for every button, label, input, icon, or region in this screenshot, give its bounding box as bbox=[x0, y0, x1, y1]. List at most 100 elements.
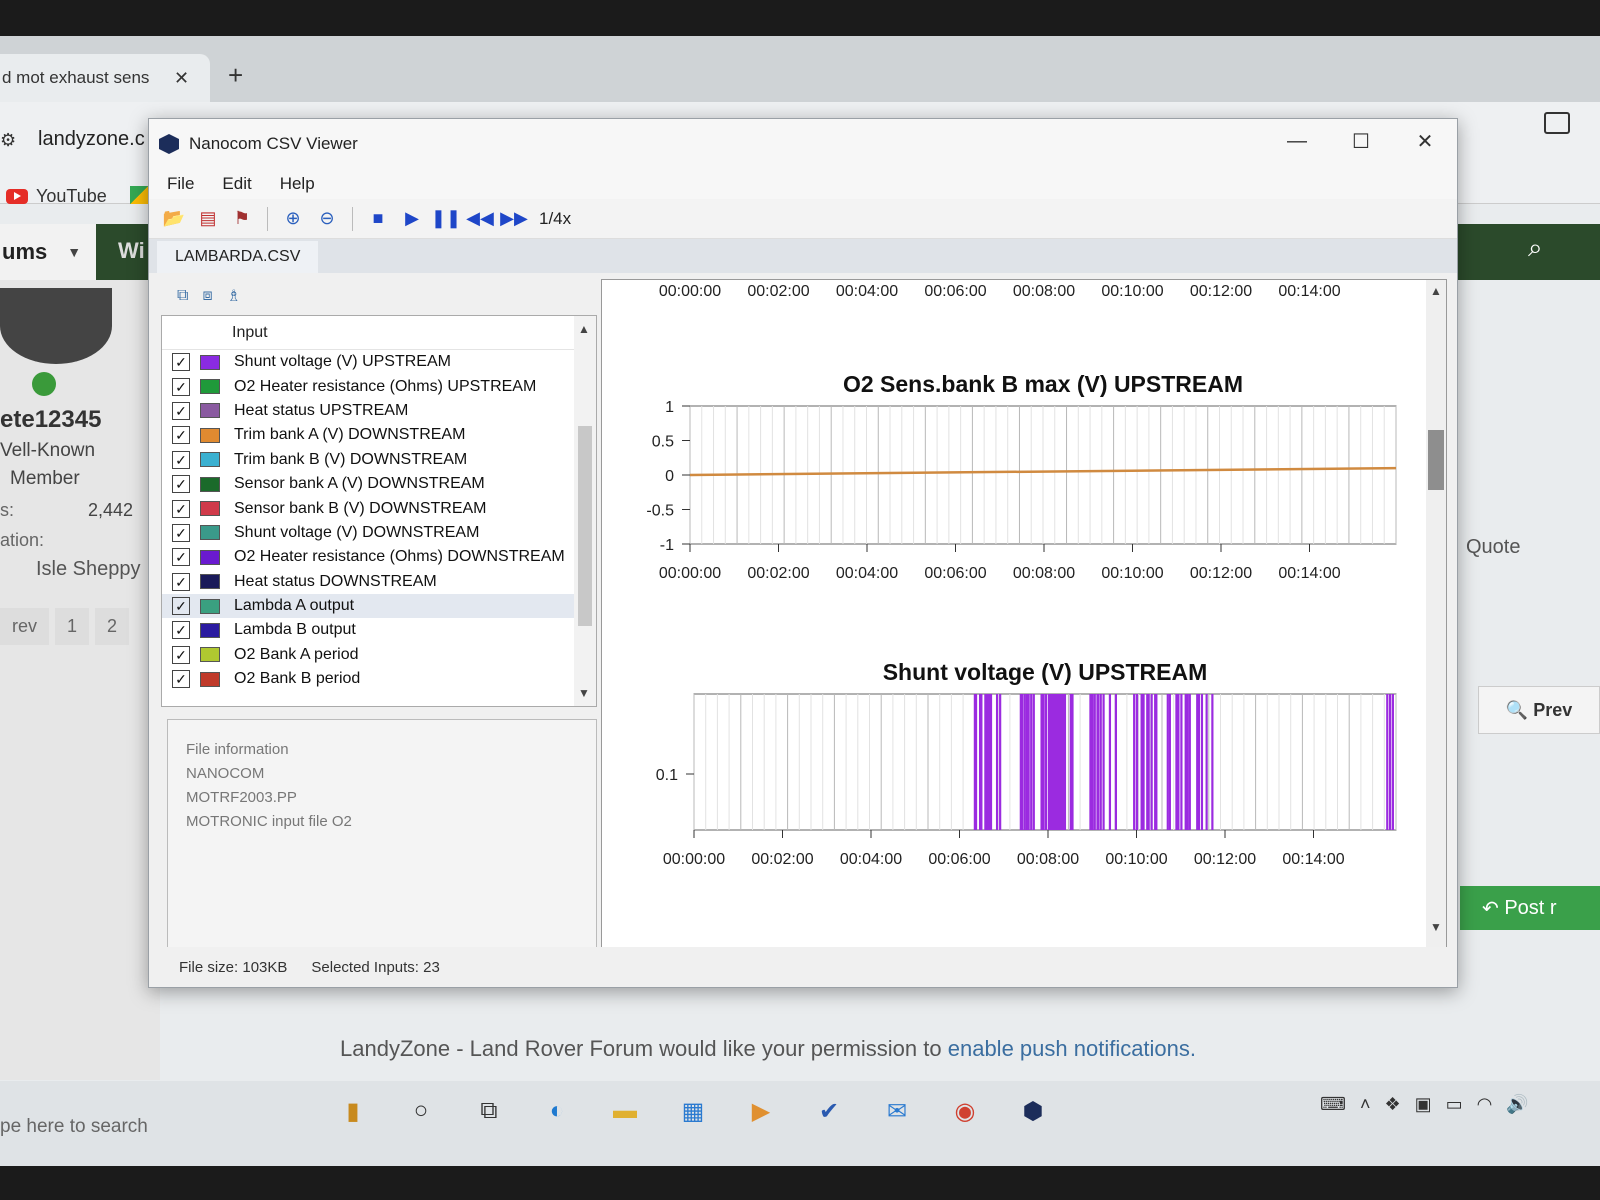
input-row[interactable]: ✓ Sensor bank A (V) DOWNSTREAM bbox=[162, 472, 596, 496]
chart-scrollbar[interactable]: ▲ ▼ bbox=[1426, 280, 1446, 948]
input-color-swatch[interactable] bbox=[200, 574, 220, 590]
search-icon[interactable]: ⌕ bbox=[1528, 232, 1543, 264]
zoom-out-icon[interactable]: ⊖ bbox=[314, 206, 340, 232]
input-row[interactable]: ✓ Lambda A output bbox=[162, 593, 596, 619]
input-color-swatch[interactable] bbox=[200, 452, 220, 468]
battery-icon[interactable]: ▭ bbox=[1446, 1094, 1463, 1115]
input-row[interactable]: ✓ Trim bank A (V) DOWNSTREAM bbox=[162, 423, 596, 447]
chart-scroll-thumb[interactable] bbox=[1428, 430, 1444, 490]
maps-bookmark-icon[interactable] bbox=[130, 186, 148, 204]
input-row[interactable]: ✓ Heat status UPSTREAM bbox=[162, 399, 596, 423]
cortana-icon[interactable]: ○ bbox=[398, 1088, 444, 1134]
close-tab-icon[interactable]: ✕ bbox=[174, 68, 189, 89]
input-list-scrollbar[interactable]: ▲ ▼ bbox=[574, 316, 596, 706]
input-checkbox[interactable]: ✓ bbox=[172, 548, 190, 567]
nanocom-taskbar-icon[interactable]: ⬢ bbox=[1010, 1088, 1056, 1134]
stop-icon[interactable]: ■ bbox=[365, 206, 391, 232]
input-checkbox[interactable]: ✓ bbox=[172, 353, 190, 372]
chevron-down-icon[interactable]: ▼ bbox=[67, 244, 81, 260]
chevron-up-icon[interactable]: ˄ bbox=[1360, 1094, 1371, 1115]
input-color-swatch[interactable] bbox=[200, 671, 220, 687]
quote-button[interactable]: Quote bbox=[1466, 536, 1520, 559]
input-row[interactable]: ✓ Shunt voltage (V) DOWNSTREAM bbox=[162, 521, 596, 545]
input-checkbox[interactable]: ✓ bbox=[172, 621, 190, 640]
close-button[interactable]: ✕ bbox=[1393, 119, 1457, 163]
dropbox-icon[interactable]: ❖ bbox=[1385, 1094, 1401, 1115]
input-color-swatch[interactable] bbox=[200, 549, 220, 565]
scroll-up-icon[interactable]: ▲ bbox=[578, 322, 590, 336]
deselect-all-icon[interactable]: ⧈ bbox=[202, 287, 212, 305]
new-tab-button[interactable]: + bbox=[228, 60, 243, 91]
input-row[interactable]: ✓ O2 Heater resistance (Ohms) DOWNSTREAM bbox=[162, 545, 596, 569]
input-row[interactable]: ✓ O2 Bank B period bbox=[162, 667, 596, 691]
input-row[interactable]: ✓ Sensor bank B (V) DOWNSTREAM bbox=[162, 496, 596, 520]
play-icon[interactable]: ▶ bbox=[399, 206, 425, 232]
input-color-swatch[interactable] bbox=[200, 622, 220, 638]
flag-icon[interactable]: ⚑ bbox=[229, 206, 255, 232]
zoom-in-icon[interactable]: ⊕ bbox=[280, 206, 306, 232]
wifi-icon[interactable]: ◠ bbox=[1477, 1094, 1493, 1115]
pager-prev[interactable]: rev bbox=[0, 608, 50, 645]
enable-push-link[interactable]: enable push notifications. bbox=[948, 1036, 1196, 1061]
input-checkbox[interactable]: ✓ bbox=[172, 450, 190, 469]
preview-button[interactable]: 🔍 Prev bbox=[1478, 686, 1600, 734]
pager-page-2[interactable]: 2 bbox=[95, 608, 130, 645]
menu-file[interactable]: File bbox=[167, 174, 194, 194]
input-color-swatch[interactable] bbox=[200, 647, 220, 663]
input-checkbox[interactable]: ✓ bbox=[172, 377, 190, 396]
input-color-swatch[interactable] bbox=[200, 427, 220, 443]
site-settings-icon[interactable]: ⚙ bbox=[0, 130, 16, 151]
input-checkbox[interactable]: ✓ bbox=[172, 401, 190, 420]
input-checkbox[interactable]: ✓ bbox=[172, 523, 190, 542]
menu-help[interactable]: Help bbox=[280, 174, 315, 194]
input-color-swatch[interactable] bbox=[200, 598, 220, 614]
charts-svg[interactable]: 00:00:00 00:02:00 00:04:00 00:06:00 00:08:00… bbox=[602, 280, 1428, 949]
open-file-icon[interactable]: 📂 bbox=[161, 206, 187, 232]
input-row[interactable]: ✓ Trim bank B (V) DOWNSTREAM bbox=[162, 448, 596, 472]
post-reply-button[interactable]: ↶ Post r bbox=[1460, 886, 1600, 930]
input-color-swatch[interactable] bbox=[200, 403, 220, 419]
input-color-swatch[interactable] bbox=[200, 476, 220, 492]
input-checkbox[interactable]: ✓ bbox=[172, 597, 190, 616]
input-column-header[interactable]: Input bbox=[162, 316, 596, 350]
input-color-swatch[interactable] bbox=[200, 525, 220, 541]
volume-icon[interactable]: 🔊 bbox=[1506, 1094, 1528, 1115]
keyboard-icon[interactable]: ⌨ bbox=[1320, 1094, 1346, 1115]
input-row[interactable]: ✓ Lambda B output bbox=[162, 618, 596, 642]
minimize-button[interactable]: — bbox=[1265, 119, 1329, 163]
input-checkbox[interactable]: ✓ bbox=[172, 426, 190, 445]
mail-icon[interactable]: ✉ bbox=[874, 1088, 920, 1134]
avatar[interactable] bbox=[0, 288, 112, 364]
browser-tab[interactable]: d mot exhaust sens ✕ bbox=[0, 54, 210, 102]
scroll-down-icon[interactable]: ▼ bbox=[578, 686, 590, 700]
input-checkbox[interactable]: ✓ bbox=[172, 499, 190, 518]
input-row[interactable]: ✓ Shunt voltage (V) UPSTREAM bbox=[162, 350, 596, 374]
bookmark-youtube[interactable]: YouTube bbox=[6, 186, 107, 207]
forum-nav-item[interactable]: Wi bbox=[118, 238, 145, 264]
input-row[interactable]: ✓ Heat status DOWNSTREAM bbox=[162, 570, 596, 594]
scroll-thumb[interactable] bbox=[578, 426, 592, 626]
install-app-icon[interactable] bbox=[1544, 112, 1570, 134]
device-icon[interactable]: ▣ bbox=[1415, 1094, 1432, 1115]
url-field[interactable]: landyzone.c bbox=[38, 128, 145, 151]
playback-speed[interactable]: 1/4x bbox=[539, 209, 571, 229]
maximize-button[interactable]: ☐ bbox=[1329, 119, 1393, 163]
input-checkbox[interactable]: ✓ bbox=[172, 670, 190, 689]
pager-page-1[interactable]: 1 bbox=[55, 608, 90, 645]
input-checkbox[interactable]: ✓ bbox=[172, 645, 190, 664]
input-row[interactable]: ✓ O2 Bank A period bbox=[162, 643, 596, 667]
chrome-icon[interactable]: ◉ bbox=[942, 1088, 988, 1134]
input-checkbox[interactable]: ✓ bbox=[172, 475, 190, 494]
pause-icon[interactable]: ❚❚ bbox=[431, 206, 461, 232]
media-icon[interactable]: ▶ bbox=[738, 1088, 784, 1134]
fast-forward-icon[interactable]: ▶▶ bbox=[500, 206, 528, 232]
input-color-swatch[interactable] bbox=[200, 354, 220, 370]
close-file-icon[interactable]: ▤ bbox=[195, 206, 221, 232]
store-icon[interactable]: ▦ bbox=[670, 1088, 716, 1134]
task-view-icon[interactable]: ⧉ bbox=[466, 1088, 512, 1134]
edge-icon[interactable]: ◐ bbox=[534, 1088, 580, 1134]
file-tab-lambarda[interactable]: LAMBARDA.CSV bbox=[157, 241, 319, 273]
input-color-swatch[interactable] bbox=[200, 501, 220, 517]
todo-icon[interactable]: ✔ bbox=[806, 1088, 852, 1134]
taskbar-app-icon[interactable]: ▮ bbox=[330, 1088, 376, 1134]
